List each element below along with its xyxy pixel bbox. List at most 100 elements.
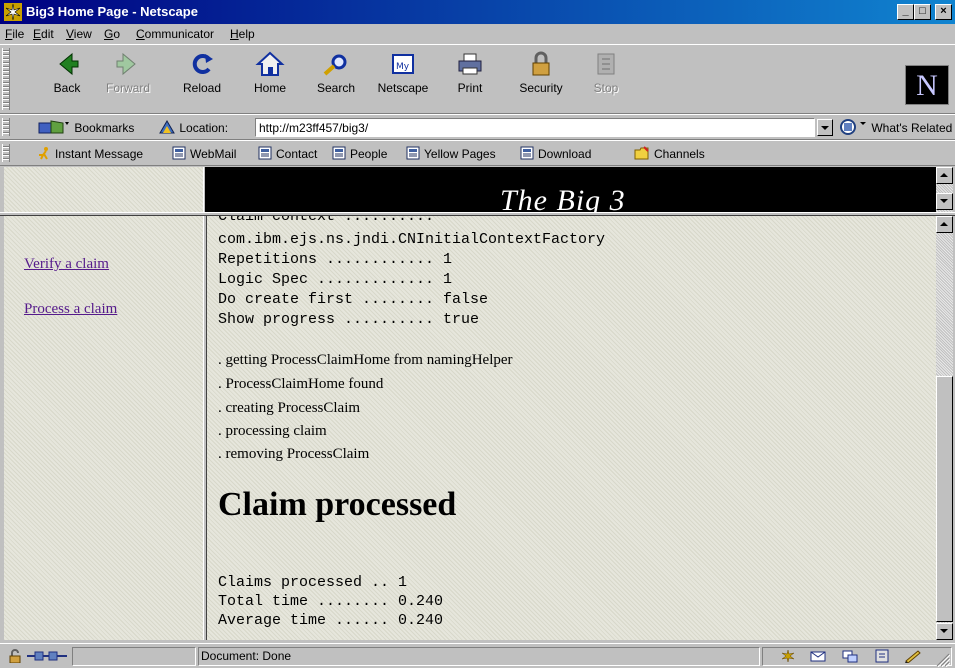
home-button[interactable]: Home	[240, 49, 300, 109]
newsgroups-component-icon[interactable]	[842, 649, 858, 663]
channels-label: Channels	[654, 147, 705, 161]
search-button[interactable]: Search	[306, 49, 366, 109]
resize-grip-icon[interactable]	[934, 651, 950, 667]
forward-arrow-icon	[116, 52, 136, 76]
location-grip[interactable]	[2, 118, 10, 136]
menu-file[interactable]: File	[5, 27, 24, 41]
people-button[interactable]: People	[332, 146, 387, 161]
whats-related-icon	[840, 119, 866, 135]
banner-scroll-down-button[interactable]	[936, 193, 953, 210]
progress-step: . ProcessClaimHome found	[218, 376, 384, 392]
claim-context-line: Claim context ..........	[218, 216, 435, 225]
banner-scrollbar[interactable]	[936, 167, 953, 212]
main-scroll-down-button[interactable]	[936, 623, 953, 640]
instant-message-label: Instant Message	[55, 147, 144, 161]
yellow-pages-button[interactable]: Yellow Pages	[406, 146, 496, 161]
config-line: Logic Spec ............. 1	[218, 271, 453, 288]
stop-label: Stop	[593, 81, 619, 95]
menu-go[interactable]: Go	[104, 27, 120, 41]
reload-label: Reload	[182, 81, 222, 95]
netscape-label: Netscape	[377, 81, 429, 95]
bookmarks-button[interactable]: Bookmarks	[37, 119, 134, 135]
personal-grip[interactable]	[2, 144, 10, 162]
main-scroll-up-button[interactable]	[936, 216, 953, 233]
banner-title: The Big 3	[500, 184, 626, 212]
home-label: Home	[253, 81, 286, 95]
stop-icon	[597, 53, 615, 75]
verify-claim-link[interactable]: Verify a claim	[24, 256, 109, 273]
main-content-frame: Claim context .......... com.ibm.ejs.ns.…	[207, 216, 936, 640]
location-label: Location:	[179, 121, 229, 135]
composer-component-icon[interactable]	[904, 649, 922, 663]
address-book-component-icon[interactable]	[874, 649, 890, 663]
search-icon	[323, 54, 347, 76]
download-button[interactable]: Download	[520, 146, 591, 161]
location-input[interactable]	[255, 118, 815, 137]
people-label: People	[350, 147, 388, 161]
config-line: com.ibm.ejs.ns.jndi.CNInitialContextFact…	[218, 231, 606, 248]
location-toolbar: Bookmarks Location: What's Related	[0, 114, 955, 140]
main-scrollbar[interactable]	[936, 216, 953, 640]
print-button[interactable]: Print	[440, 49, 500, 109]
left-nav-frame: Verify a claim Process a claim	[4, 216, 203, 640]
security-lock-icon[interactable]	[8, 649, 24, 663]
mail-component-icon[interactable]	[810, 649, 826, 663]
minimize-button[interactable]: _	[897, 4, 914, 20]
security-button[interactable]: Security	[511, 49, 571, 109]
bookmarks-icon	[38, 120, 69, 134]
stop-button[interactable]: Stop	[576, 49, 636, 109]
main-scroll-thumb[interactable]	[936, 376, 953, 622]
back-label: Back	[53, 81, 81, 95]
result-heading: Claim processed	[218, 486, 457, 523]
forward-button[interactable]: Forward	[98, 49, 158, 109]
menu-view[interactable]: View	[66, 27, 92, 41]
status-bar: Document: Done	[0, 643, 955, 668]
contact-button[interactable]: Contact	[258, 146, 317, 161]
bookmark-page-icon	[332, 146, 346, 160]
home-icon	[255, 51, 285, 76]
navigator-component-icon[interactable]	[781, 649, 795, 663]
yellow-pages-label: Yellow Pages	[424, 147, 496, 161]
close-button[interactable]: ×	[935, 4, 952, 20]
progress-step: . processing claim	[218, 423, 327, 439]
bookmark-page-icon	[520, 146, 534, 160]
netscape-app-icon	[4, 3, 22, 21]
channels-folder-icon	[634, 146, 649, 160]
online-connection-icon[interactable]	[27, 651, 67, 661]
back-button[interactable]: Back	[37, 49, 97, 109]
reload-button[interactable]: Reload	[172, 49, 232, 109]
page-proxy-icon[interactable]	[158, 119, 176, 135]
window-title: Big3 Home Page - Netscape	[26, 4, 198, 19]
toolbar-grip[interactable]	[2, 48, 10, 110]
menu-bar: File Edit View Go Communicator Help	[0, 24, 955, 44]
forward-label: Forward	[105, 81, 150, 95]
webmail-label: WebMail	[190, 147, 237, 161]
whats-related-button[interactable]: What's Related	[838, 119, 952, 135]
navigation-toolbar: Back Forward Reload Home Search My Netsc…	[0, 44, 955, 114]
config-line: Show progress .......... true	[218, 311, 480, 328]
channels-button[interactable]: Channels	[634, 146, 705, 161]
search-label: Search	[316, 81, 356, 95]
bookmark-page-icon	[258, 146, 272, 160]
summary-line: Average time ...... 0.240	[218, 612, 444, 629]
print-icon	[458, 53, 482, 75]
aim-running-man-icon	[39, 147, 48, 160]
bookmarks-label: Bookmarks	[74, 121, 135, 135]
location-dropdown-button[interactable]	[817, 119, 833, 136]
menu-edit[interactable]: Edit	[33, 27, 54, 41]
netscape-logo[interactable]: N	[905, 65, 949, 105]
menu-communicator[interactable]: Communicator	[136, 27, 214, 41]
instant-message-button[interactable]: Instant Message	[37, 146, 143, 161]
security-label: Security	[519, 81, 563, 95]
banner-scroll-up-button[interactable]	[936, 167, 953, 184]
netscape-button[interactable]: My Netscape	[373, 49, 433, 109]
title-bar[interactable]: Big3 Home Page - Netscape _ □ ×	[0, 0, 955, 24]
maximize-button[interactable]: □	[914, 4, 931, 20]
progress-step: . removing ProcessClaim	[218, 446, 370, 462]
lock-icon	[532, 51, 550, 76]
process-claim-link[interactable]: Process a claim	[24, 301, 117, 318]
svg-text:My: My	[396, 62, 410, 72]
config-line: Repetitions ............ 1	[218, 251, 453, 268]
menu-help[interactable]: Help	[230, 27, 255, 41]
webmail-button[interactable]: WebMail	[172, 146, 236, 161]
